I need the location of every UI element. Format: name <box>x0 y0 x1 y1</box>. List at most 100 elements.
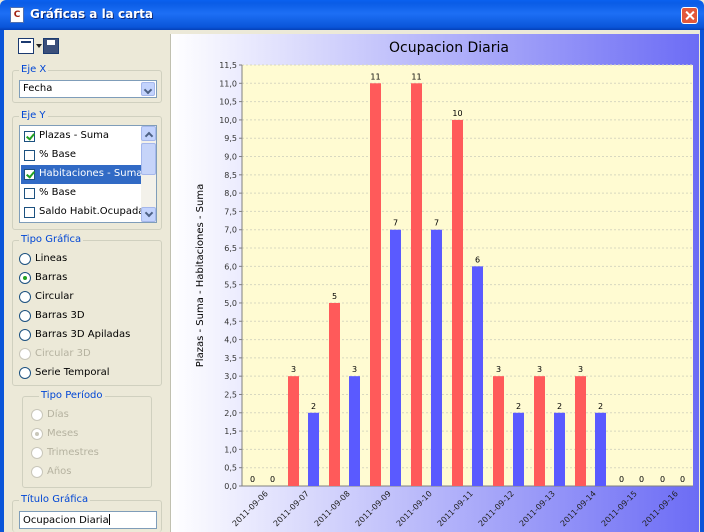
data-label: 0 <box>270 475 275 484</box>
y-tick-label: 8,5 <box>224 171 237 180</box>
y-tick-label: 1,0 <box>224 445 237 454</box>
list-item[interactable]: % Base <box>21 146 141 165</box>
radio-label: Barras 3D Apiladas <box>35 329 131 340</box>
bar <box>493 376 504 486</box>
close-button[interactable] <box>681 7 698 24</box>
eje-y-group: Eje Y Plazas - Suma % Base Habitaciones … <box>12 110 162 230</box>
bar-chart: Ocupacion Diaria 0,0 0,5 1,0 1,5 2,0 2,5 3,0 3,5… <box>171 34 699 532</box>
data-label: 0 <box>680 475 685 484</box>
list-item[interactable]: Plazas - Suma <box>21 127 141 146</box>
radio-button[interactable] <box>19 253 31 265</box>
scroll-thumb[interactable] <box>141 143 156 175</box>
y-tick-label: 7,0 <box>224 226 237 235</box>
y-tick-label: 1,5 <box>224 427 237 436</box>
y-tick-label: 10,0 <box>219 116 237 125</box>
bar <box>513 412 524 486</box>
y-tick-label: 4,5 <box>224 317 237 326</box>
radio-label: Circular 3D <box>35 348 91 359</box>
radio-label: Meses <box>47 428 79 439</box>
radio-label: Circular <box>35 291 74 302</box>
checkbox[interactable] <box>24 169 35 180</box>
tipo-periodo-legend: Tipo Período <box>39 390 105 401</box>
data-label: 5 <box>332 292 337 301</box>
y-tick-label: 7,5 <box>224 207 237 216</box>
titulo-grafica-input[interactable]: Ocupacion Diaria <box>19 511 157 529</box>
list-item-label: % Base <box>39 187 77 198</box>
titulo-grafica-value: Ocupacion Diaria <box>23 514 110 526</box>
bar <box>411 83 422 486</box>
bar <box>349 376 360 486</box>
list-item[interactable]: Habitaciones - Suma <box>21 165 143 184</box>
scroll-up-icon[interactable] <box>141 126 156 141</box>
checkbox[interactable] <box>24 188 35 199</box>
data-label: 3 <box>291 365 296 374</box>
window-menu-icon[interactable] <box>18 38 34 54</box>
bar <box>452 119 463 487</box>
list-item-label: Habitaciones - Suma <box>39 168 143 179</box>
data-label: 7 <box>393 219 398 228</box>
list-item[interactable]: % Base <box>21 184 141 203</box>
tipo-grafica-legend: Tipo Gráfica <box>19 234 84 245</box>
radio-button <box>31 447 43 459</box>
y-tick-label: 0,0 <box>224 482 237 491</box>
radio-button <box>31 466 43 478</box>
chart-panel: Ocupacion Diaria 0,0 0,5 1,0 1,5 2,0 2,5 3,0 3,5… <box>170 34 699 532</box>
radio-label: Trimestres <box>47 447 99 458</box>
checkbox[interactable] <box>24 150 35 161</box>
eje-x-group: Eje X Fecha <box>12 64 162 103</box>
title-bar: C Gráficas a la carta <box>0 0 704 30</box>
y-tick-label: 0,5 <box>224 464 237 473</box>
y-axis-label: Plazas - Suma - Habitaciones - Suma <box>195 184 206 367</box>
y-tick-label: 8,0 <box>224 189 237 198</box>
checkbox[interactable] <box>24 207 35 218</box>
data-label: 2 <box>598 402 603 411</box>
chevron-down-icon[interactable] <box>141 82 155 96</box>
checkbox[interactable] <box>24 131 35 142</box>
eje-x-combo[interactable]: Fecha <box>19 80 157 98</box>
y-tick-label: 6,5 <box>224 244 237 253</box>
data-label: 2 <box>516 402 521 411</box>
list-item-label: % Base <box>39 149 77 160</box>
radio-button <box>31 428 43 440</box>
radio-label: Años <box>47 466 72 477</box>
radio-label: Serie Temporal <box>35 367 110 378</box>
y-tick-label: 2,5 <box>224 390 237 399</box>
bar <box>288 376 299 486</box>
radio-label: Lineas <box>35 253 68 264</box>
data-label: 2 <box>311 402 316 411</box>
bar <box>308 412 319 486</box>
data-label: 10 <box>452 109 462 118</box>
y-tick-label: 11,0 <box>219 79 237 88</box>
radio-button <box>31 409 43 421</box>
radio-button[interactable] <box>19 329 31 341</box>
scroll-down-icon[interactable] <box>141 207 156 222</box>
y-tick-label: 2,0 <box>224 409 237 418</box>
list-item-label: Plazas - Suma <box>39 130 110 141</box>
list-item-label: Saldo Habit.Ocupadas <box>39 206 150 217</box>
data-label: 0 <box>619 475 624 484</box>
data-label: 6 <box>475 255 480 264</box>
radio-button[interactable] <box>19 367 31 379</box>
data-label: 0 <box>639 475 644 484</box>
list-item[interactable]: Saldo Habit.Ocupadas <box>21 203 150 222</box>
bar <box>370 83 381 486</box>
y-tick-label: 11,5 <box>219 61 237 70</box>
chevron-down-icon[interactable] <box>36 44 42 48</box>
data-label: 0 <box>250 475 255 484</box>
window-title: Gráficas a la carta <box>30 7 153 21</box>
radio-button[interactable] <box>19 272 31 284</box>
data-label: 11 <box>411 72 421 81</box>
bar <box>554 412 565 486</box>
eje-y-list[interactable]: Plazas - Suma % Base Habitaciones - Suma… <box>19 125 157 223</box>
data-label: 7 <box>434 219 439 228</box>
save-icon[interactable] <box>43 38 59 54</box>
radio-label: Barras <box>35 272 68 283</box>
scrollbar[interactable] <box>141 126 156 222</box>
y-tick-label: 3,5 <box>224 354 237 363</box>
bar <box>390 229 401 486</box>
radio-button[interactable] <box>19 291 31 303</box>
data-label: 3 <box>578 365 583 374</box>
radio-button <box>19 348 31 360</box>
radio-label: Días <box>47 409 69 420</box>
radio-button[interactable] <box>19 310 31 322</box>
